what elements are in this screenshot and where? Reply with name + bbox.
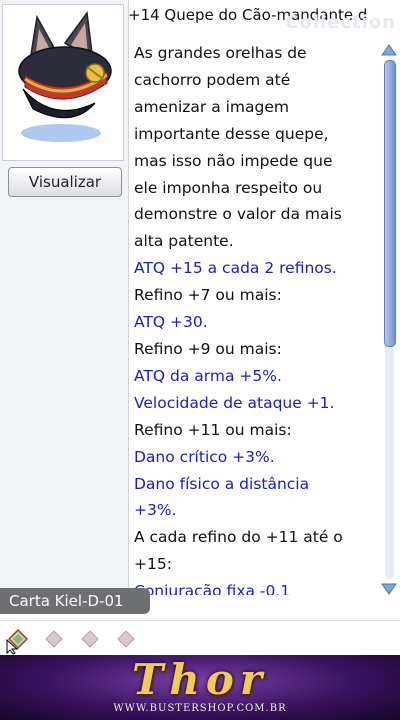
- scroll-up-icon[interactable]: [380, 42, 398, 58]
- description-line: ATQ +30.: [134, 313, 208, 332]
- card-slot-icon[interactable]: [116, 629, 136, 649]
- dog-ear-cap-icon: [18, 11, 112, 142]
- description-line: +15:: [134, 555, 172, 574]
- description-line: +3%.: [134, 501, 177, 520]
- card-slot-icon[interactable]: [44, 629, 64, 649]
- scrollbar-thumb[interactable]: [384, 60, 396, 347]
- description-line: ele imponha respeito ou: [134, 178, 323, 197]
- description-scrollbar[interactable]: [380, 42, 398, 597]
- preview-button[interactable]: Visualizar: [8, 167, 122, 197]
- description-line: amenizar a imagem: [134, 97, 289, 116]
- description-line: ATQ da arma +5%.: [134, 366, 282, 385]
- description-line: mas isso não impede que: [134, 151, 333, 170]
- description-line: Refino +9 ou mais:: [134, 339, 282, 358]
- scroll-down-icon[interactable]: [380, 581, 398, 597]
- description-line: ATQ +15 a cada 2 refinos.: [134, 259, 337, 278]
- description-line: A cada refino do +11 até o: [134, 528, 343, 547]
- description-line: demonstre o valor da mais: [134, 205, 342, 224]
- item-description: As grandes orelhas de cachorro podem até a…: [134, 40, 374, 595]
- item-info-window: Visualizar +14 Quepe do Cão-mandante d C…: [0, 0, 400, 656]
- description-line: importante desse quepe,: [134, 124, 329, 143]
- promo-banner: Thor WWW.BUSTERSHOP.COM.BR: [0, 655, 400, 720]
- item-image-panel: Visualizar: [0, 0, 129, 600]
- card-slot-icon[interactable]: [80, 629, 100, 649]
- description-line: Dano físico a distância: [134, 474, 310, 493]
- description-line: As grandes orelhas de: [134, 44, 307, 62]
- item-image-frame: [2, 4, 124, 161]
- banner-title: Thor: [132, 655, 268, 704]
- title-watermark: Collection: [285, 12, 396, 33]
- description-line: cachorro podem até: [134, 70, 291, 89]
- description-line: Dano crítico +3%.: [134, 447, 275, 466]
- description-line: Refino +7 ou mais:: [134, 286, 282, 305]
- card-label: Carta Kiel-D-01: [0, 588, 150, 614]
- description-line: Velocidade de ataque +1.: [134, 393, 335, 412]
- description-line: Conjuração fixa -0,1: [134, 582, 291, 595]
- card-slots: [0, 620, 400, 656]
- description-line: Refino +11 ou mais:: [134, 420, 292, 439]
- description-line: alta patente.: [134, 232, 234, 251]
- mouse-cursor-icon: [6, 639, 19, 655]
- banner-url: WWW.BUSTERSHOP.COM.BR: [113, 703, 287, 714]
